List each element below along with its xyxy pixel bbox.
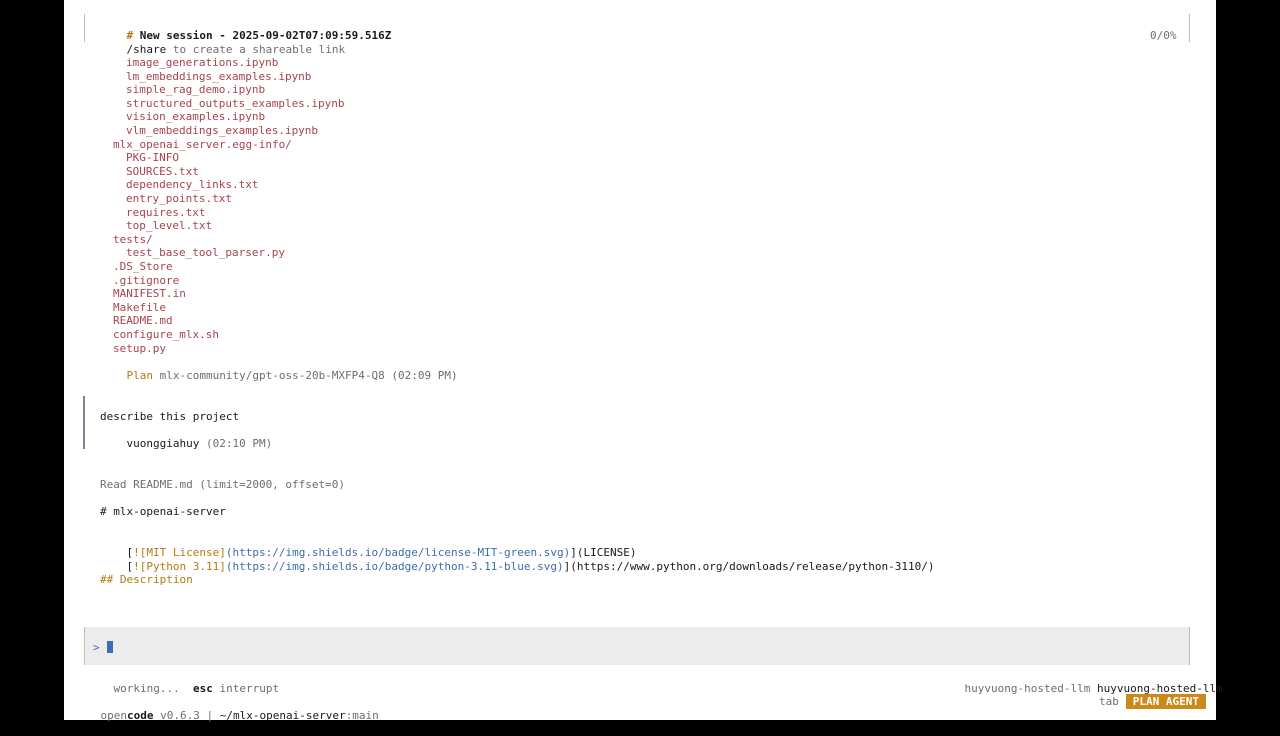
input-left-bar xyxy=(84,627,85,665)
user-message-bar xyxy=(83,396,85,449)
file-item: top_level.txt xyxy=(126,219,213,232)
message-meta: Plan mlx-community/gpt-oss-20b-MXFP4-Q8 … xyxy=(100,355,458,382)
user-message-time: (02:10 PM) xyxy=(205,436,273,450)
file-item: configure_mlx.sh xyxy=(113,328,219,341)
share-command[interactable]: /share xyxy=(127,43,167,56)
gutter-bar-right xyxy=(1189,14,1190,42)
gutter-bar xyxy=(84,14,85,42)
session-title-row: # New session - 2025-09-02T07:09:59.516Z xyxy=(100,15,392,42)
esc-key: esc xyxy=(192,681,213,695)
file-item: setup.py xyxy=(113,342,166,355)
tool-call: Read README.md (limit=2000, offset=0) xyxy=(100,478,346,491)
share-text: to create a shareable link xyxy=(172,42,346,56)
provider-name: huyvuong-hosted-llm xyxy=(964,681,1091,695)
readme-badge-line: [![MIT License](https://img.shields.io/b… xyxy=(100,532,637,559)
readme-badge-line: [![Python 3.11](https://img.shields.io/b… xyxy=(100,546,935,573)
file-item: lm_embeddings_examples.ipynb xyxy=(126,70,312,83)
file-item: vision_examples.ipynb xyxy=(126,110,266,123)
agent-badge[interactable]: PLAN AGENT xyxy=(1125,694,1206,709)
input-right-bar xyxy=(1189,627,1190,665)
file-item: simple_rag_demo.ipynb xyxy=(126,83,266,96)
readme-subheading: ## Description xyxy=(100,573,193,586)
file-item: requires.txt xyxy=(126,206,206,219)
message-time: (02:09 PM) xyxy=(391,368,458,382)
share-hint: /share to create a shareable link xyxy=(100,29,346,56)
model-name: mlx-community/gpt-oss-20b-MXFP4-Q8 xyxy=(159,368,385,382)
file-item: MANIFEST.in xyxy=(113,287,186,300)
file-item: .DS_Store xyxy=(113,260,173,273)
working-indicator: working... xyxy=(113,681,180,695)
badge-link[interactable]: (https://img.shields.io/badge/python-3.1… xyxy=(226,560,564,573)
badge-alt: ![Python 3.11] xyxy=(133,559,226,573)
file-item: image_generations.ipynb xyxy=(126,56,279,69)
readme-heading: # mlx-openai-server xyxy=(100,505,226,518)
prompt-symbol: > xyxy=(93,641,100,654)
terminal-window: # New session - 2025-09-02T07:09:59.516Z… xyxy=(64,0,1223,722)
file-item: Makefile xyxy=(113,301,166,314)
user-message-text: describe this project xyxy=(100,410,240,423)
status-line: working... esc interrupt xyxy=(87,668,280,695)
prompt-input[interactable] xyxy=(84,627,1190,665)
user-message-meta: vuonggiahuy (02:10 PM) xyxy=(100,423,273,450)
model-status: huyvuong-hosted-llm huyvuong-hosted-llm xyxy=(938,668,1223,695)
folder-item: mlx_openai_server.egg-info/ xyxy=(113,138,292,151)
file-item: PKG-INFO xyxy=(126,151,179,164)
tab-hint: tab xyxy=(1099,695,1119,708)
mode-label: Plan xyxy=(126,368,154,382)
esc-action[interactable]: interrupt xyxy=(219,682,279,695)
file-item: structured_outputs_examples.ipynb xyxy=(126,97,345,110)
footer-bar: opencode v0.6.3 | ~/mlx-openai-server:ma… xyxy=(74,695,379,722)
user-name: vuonggiahuy xyxy=(126,436,200,450)
badge-target: ](https://www.python.org/downloads/relea… xyxy=(563,559,935,573)
file-item: README.md xyxy=(113,314,173,327)
file-item: .gitignore xyxy=(113,274,180,287)
file-item: test_base_tool_parser.py xyxy=(126,246,285,259)
file-item: entry_points.txt xyxy=(126,192,232,205)
text-cursor xyxy=(107,641,113,653)
file-item: dependency_links.txt xyxy=(126,178,259,191)
file-item: SOURCES.txt xyxy=(126,165,199,178)
folder-item: tests/ xyxy=(113,233,153,246)
active-model[interactable]: huyvuong-hosted-llm xyxy=(1097,682,1223,695)
file-item: vlm_embeddings_examples.ipynb xyxy=(126,124,319,137)
context-usage: 0/0% xyxy=(1150,29,1177,42)
